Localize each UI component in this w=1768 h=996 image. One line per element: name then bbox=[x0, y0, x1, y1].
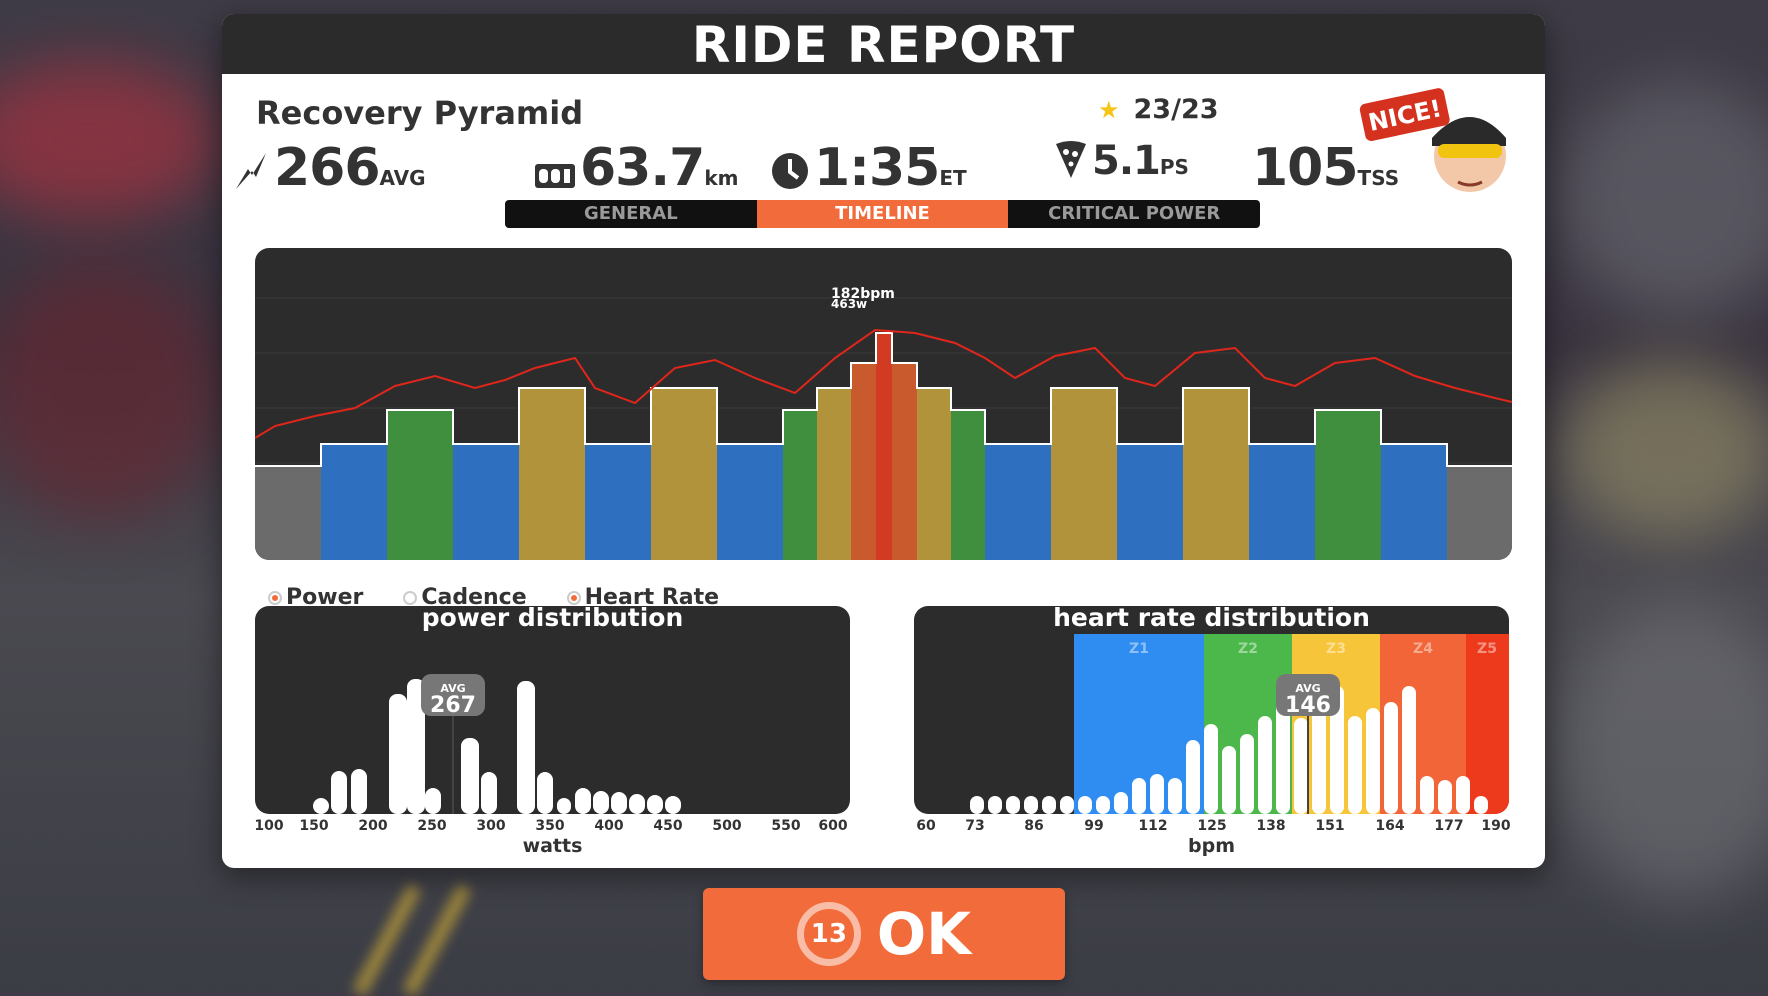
zone-block bbox=[917, 388, 951, 560]
stat-distance: 63.7km bbox=[534, 138, 738, 198]
zone-block bbox=[321, 444, 387, 560]
zone-label-z2: Z2 bbox=[1238, 641, 1258, 657]
zone-label-z4: Z4 bbox=[1413, 641, 1433, 657]
zone-block bbox=[1315, 410, 1381, 560]
peak-power-label: 463w bbox=[831, 297, 867, 311]
panel-title: RIDE REPORT bbox=[222, 14, 1545, 74]
zone-label-z3: Z3 bbox=[1326, 641, 1346, 657]
hr-distribution-chart: heart rate distribution Z1 Z2 Z3 Z4 Z5 A… bbox=[914, 606, 1509, 814]
zone-block bbox=[1051, 388, 1117, 560]
power-distribution-chart: power distribution AVG 267 bbox=[255, 606, 850, 814]
zone-block bbox=[876, 333, 892, 560]
timeline-chart[interactable]: 182bpm 463w bbox=[255, 248, 1512, 560]
zone-block bbox=[519, 388, 585, 560]
zone-block bbox=[817, 388, 851, 560]
zone-block bbox=[651, 388, 717, 560]
power-zone-blocks bbox=[255, 333, 1512, 560]
zone-block bbox=[783, 410, 817, 560]
zone-block bbox=[717, 444, 783, 560]
power-avg-value: 267 bbox=[430, 693, 476, 718]
power-axis-label: watts bbox=[522, 835, 583, 857]
stat-elapsed-time: 1:35ET bbox=[770, 138, 967, 198]
tab-general[interactable]: GENERAL bbox=[505, 200, 757, 228]
zone-block bbox=[1381, 444, 1447, 560]
zone-block bbox=[985, 444, 1051, 560]
zone-block bbox=[453, 444, 519, 560]
radio-cadence[interactable] bbox=[403, 590, 418, 605]
zone-block bbox=[255, 466, 321, 560]
zone-block bbox=[1447, 466, 1512, 560]
zone-label-z5: Z5 bbox=[1477, 641, 1497, 657]
nice-badge-avatar: NICE! bbox=[1358, 86, 1508, 206]
stars-count: ★ 23/23 bbox=[1098, 94, 1219, 125]
clock-icon bbox=[770, 151, 810, 195]
zone-label-z1: Z1 bbox=[1129, 641, 1149, 657]
pizza-icon bbox=[1054, 140, 1088, 184]
power-distribution: power distribution AVG 267 100 150 200 2… bbox=[254, 606, 850, 857]
zone-block bbox=[1117, 444, 1183, 560]
workout-name: Recovery Pyramid bbox=[256, 94, 584, 132]
ride-report-panel: RIDE REPORT Recovery Pyramid ★ 23/23 266A… bbox=[222, 14, 1545, 868]
zone-block bbox=[1249, 444, 1315, 560]
tab-critical-power[interactable]: CRITICAL POWER bbox=[1008, 200, 1260, 228]
radio-power[interactable] bbox=[268, 590, 282, 605]
zone-block bbox=[585, 444, 651, 560]
ok-button[interactable]: 13 OK bbox=[703, 888, 1065, 980]
power-bolt-icon bbox=[232, 151, 270, 195]
zone-block bbox=[1183, 388, 1249, 560]
star-icon: ★ bbox=[1098, 96, 1120, 124]
stat-avg-power: 266AVG bbox=[232, 138, 426, 198]
radio-heart-rate[interactable] bbox=[566, 590, 581, 605]
countdown-timer: 13 bbox=[796, 902, 861, 966]
hr-avg-value: 146 bbox=[1285, 693, 1331, 718]
hr-distribution: heart rate distribution Z1 Z2 Z3 Z4 Z5 A… bbox=[914, 606, 1511, 857]
odometer-icon bbox=[534, 161, 576, 195]
stat-pizza-slices: 5.1PS bbox=[1054, 138, 1189, 184]
zone-block bbox=[387, 410, 453, 560]
report-tabs: GENERAL TIMELINE CRITICAL POWER bbox=[505, 200, 1260, 228]
tab-timeline[interactable]: TIMELINE bbox=[756, 200, 1009, 228]
ok-label: OK bbox=[876, 900, 972, 968]
hr-axis-label: bpm bbox=[1188, 835, 1235, 857]
zone-block bbox=[951, 410, 985, 560]
